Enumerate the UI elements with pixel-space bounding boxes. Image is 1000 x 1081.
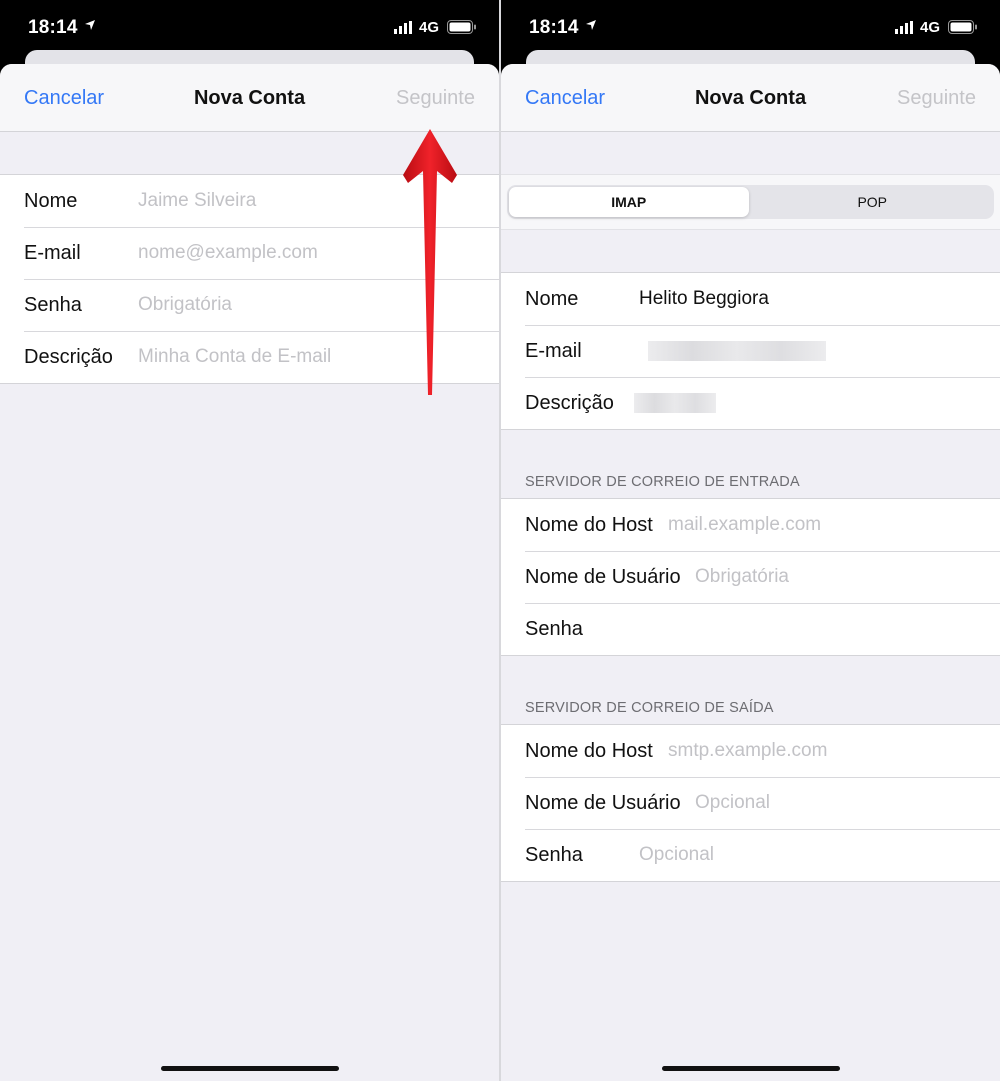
red-arrow-icon (403, 129, 457, 395)
incoming-username-label: Nome de Usuário (525, 566, 681, 588)
incoming-password-label: Senha (525, 618, 583, 640)
home-indicator (160, 1066, 339, 1071)
email-row[interactable]: E-mail (501, 325, 1000, 377)
cellular-signal-icon (394, 21, 412, 34)
location-arrow-icon (85, 20, 95, 30)
status-time: 18:14 (529, 17, 579, 38)
segment-pop[interactable]: POP (753, 187, 993, 217)
name-field[interactable]: Helito Beggiora (639, 288, 769, 310)
incoming-host-label: Nome do Host (525, 514, 653, 536)
new-account-sheet: Cancelar Nova Conta Seguinte IMAP POP No… (501, 64, 1000, 1081)
outgoing-host-field[interactable]: smtp.example.com (668, 740, 827, 762)
segment-imap[interactable]: IMAP (509, 187, 749, 217)
name-label: Nome (24, 190, 78, 212)
incoming-server-group: Nome do Host mail.example.com Nome de Us… (501, 498, 1000, 656)
password-field[interactable]: Obrigatória (138, 294, 232, 316)
status-bar: 18:14 4G (0, 0, 499, 50)
incoming-username-field[interactable]: Obrigatória (695, 566, 789, 588)
outgoing-username-field[interactable]: Opcional (695, 792, 770, 814)
account-type-segmented-control: IMAP POP (507, 185, 994, 219)
cellular-signal-icon (895, 21, 913, 34)
outgoing-server-header: SERVIDOR DE CORREIO DE SAÍDA (525, 700, 774, 716)
outgoing-server-group: Nome do Host smtp.example.com Nome de Us… (501, 724, 1000, 882)
description-label: Descrição (525, 392, 614, 414)
email-label: E-mail (525, 340, 582, 362)
home-indicator (661, 1066, 840, 1071)
incoming-password-row[interactable]: Senha (501, 603, 1000, 655)
outgoing-username-row[interactable]: Nome de Usuário Opcional (501, 777, 1000, 829)
outgoing-password-row[interactable]: Senha Opcional (501, 829, 1000, 881)
description-field-redacted[interactable] (634, 393, 716, 413)
status-time: 18:14 (28, 17, 78, 38)
name-label: Nome (525, 288, 579, 310)
email-field[interactable]: nome@example.com (138, 242, 318, 264)
outgoing-username-label: Nome de Usuário (525, 792, 681, 814)
email-field-redacted[interactable] (648, 341, 826, 361)
incoming-host-row[interactable]: Nome do Host mail.example.com (501, 499, 1000, 551)
outgoing-host-row[interactable]: Nome do Host smtp.example.com (501, 725, 1000, 777)
left-screen: 18:14 4G Cancelar Nova Conta Seguinte No… (0, 0, 499, 1081)
outgoing-host-label: Nome do Host (525, 740, 653, 762)
outgoing-password-label: Senha (525, 844, 583, 866)
name-field[interactable]: Jaime Silveira (138, 190, 256, 212)
network-type: 4G (920, 19, 941, 36)
outgoing-password-field[interactable]: Opcional (639, 844, 714, 866)
nav-bar: Cancelar Nova Conta Seguinte (501, 64, 1000, 132)
network-type: 4G (419, 19, 440, 36)
description-field[interactable]: Minha Conta de E-mail (138, 346, 331, 368)
name-row[interactable]: Nome Helito Beggiora (501, 273, 1000, 325)
segment-bar: IMAP POP (501, 174, 1000, 230)
right-screen: 18:14 4G Cancelar Nova Conta Seguinte IM… (501, 0, 1000, 1081)
next-button[interactable]: Seguinte (396, 87, 475, 110)
nav-bar: Cancelar Nova Conta Seguinte (0, 64, 499, 132)
description-row[interactable]: Descrição (501, 377, 1000, 429)
incoming-server-header: SERVIDOR DE CORREIO DE ENTRADA (525, 474, 800, 490)
incoming-username-row[interactable]: Nome de Usuário Obrigatória (501, 551, 1000, 603)
status-bar: 18:14 4G (501, 0, 1000, 50)
battery-icon (447, 20, 476, 34)
password-label: Senha (24, 294, 82, 316)
description-label: Descrição (24, 346, 113, 368)
battery-icon (948, 20, 977, 34)
account-info-group: Nome Helito Beggiora E-mail Descrição (501, 272, 1000, 430)
email-label: E-mail (24, 242, 81, 264)
next-button[interactable]: Seguinte (897, 87, 976, 110)
location-arrow-icon (586, 20, 596, 30)
incoming-host-field[interactable]: mail.example.com (668, 514, 821, 536)
